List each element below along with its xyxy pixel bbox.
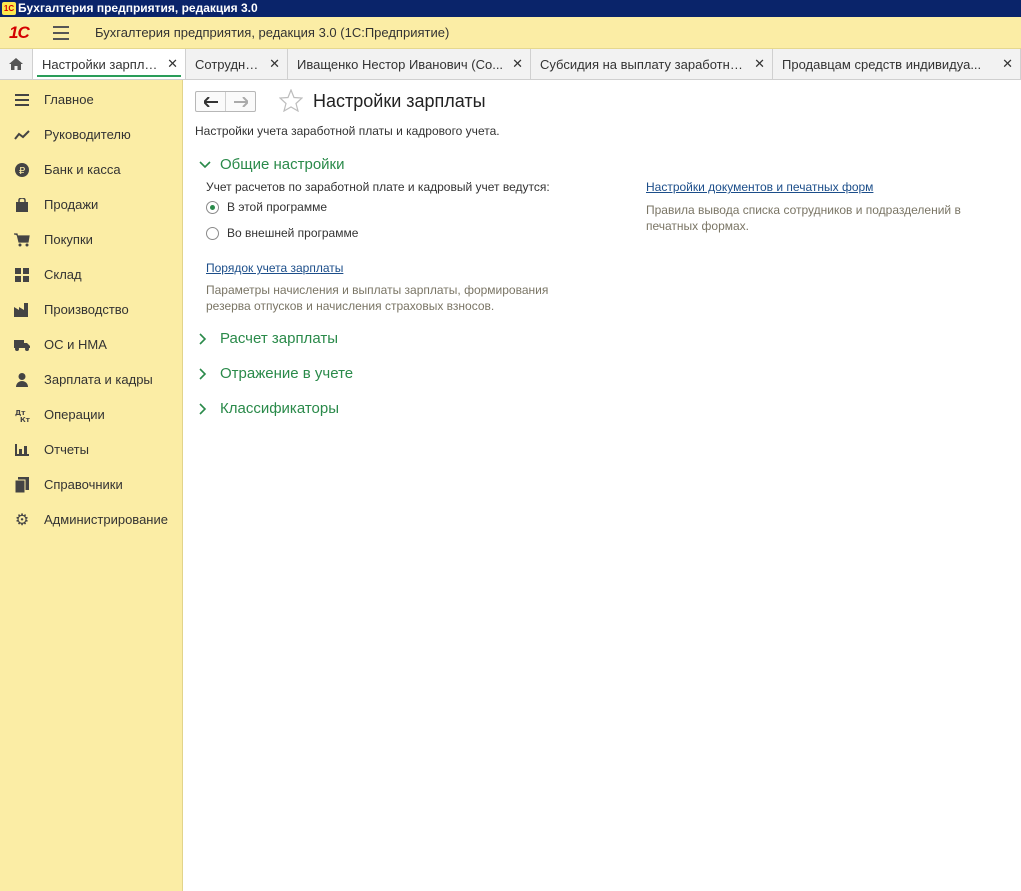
sidebar-item-reports[interactable]: Отчеты <box>0 432 182 467</box>
chevron-right-icon <box>199 402 211 415</box>
app-title: Бухгалтерия предприятия, редакция 3.0 (1… <box>95 25 450 40</box>
tab-label: Иващенко Нестор Иванович (Со... <box>297 56 504 72</box>
app-logo-icon: 1С <box>2 2 16 15</box>
close-icon[interactable]: ✕ <box>167 56 178 72</box>
navigation-buttons <box>195 91 256 112</box>
chevron-right-icon <box>199 332 211 345</box>
window-title: Бухгалтерия предприятия, редакция 3.0 <box>18 1 258 15</box>
sidebar-item-label: Главное <box>44 92 94 107</box>
sidebar-item-label: Зарплата и кадры <box>44 372 153 387</box>
arrow-right-icon <box>233 96 248 107</box>
sidebar-item-administration[interactable]: ⚙ Администрирование <box>0 502 182 537</box>
arrow-left-icon <box>203 96 218 107</box>
back-button[interactable] <box>196 92 225 111</box>
radio-label: В этой программе <box>227 200 328 214</box>
dt-kt-icon: Дт Кт <box>14 407 30 423</box>
close-icon[interactable]: ✕ <box>754 56 765 72</box>
tab-bar: Настройки зарплаты ✕ Сотрудники ✕ Иващен… <box>0 49 1021 80</box>
sidebar-item-fixed-assets[interactable]: ОС и НМА <box>0 327 182 362</box>
sidebar-item-directories[interactable]: Справочники <box>0 467 182 502</box>
radio-external-program[interactable]: Во внешней программе <box>206 226 358 240</box>
bar-chart-icon <box>14 442 30 458</box>
sidebar-item-label: Банк и касса <box>44 162 121 177</box>
bag-icon <box>14 197 30 213</box>
section-classifiers[interactable]: Классификаторы <box>199 400 339 417</box>
sidebar-item-label: Справочники <box>44 477 123 492</box>
gear-icon: ⚙ <box>14 511 30 529</box>
favorite-star-icon[interactable] <box>278 88 304 115</box>
sidebar-item-label: Администрирование <box>44 512 168 527</box>
section-label: Расчет зарплаты <box>220 330 338 347</box>
section-label: Отражение в учете <box>220 365 354 382</box>
sidebar-item-label: Операции <box>44 407 105 422</box>
sidebar-item-label: Продажи <box>44 197 99 212</box>
chevron-down-icon <box>199 160 211 169</box>
home-icon <box>9 58 23 70</box>
sidebar-item-label: Отчеты <box>44 442 89 457</box>
cart-icon <box>14 232 30 248</box>
tab-label: Настройки зарплаты <box>42 56 160 72</box>
sidebar-item-sales[interactable]: Продажи <box>0 187 182 222</box>
sidebar-item-production[interactable]: Производство <box>0 292 182 327</box>
section-label: Общие настройки <box>220 156 345 173</box>
person-icon <box>14 372 30 388</box>
tab-label: Сотрудники <box>195 56 262 72</box>
svg-text:Кт: Кт <box>20 416 30 422</box>
sidebar-item-operations[interactable]: Дт Кт Операции <box>0 397 182 432</box>
radio-label: Во внешней программе <box>227 226 359 240</box>
window-titlebar: 1С Бухгалтерия предприятия, редакция 3.0 <box>0 0 1021 17</box>
sidebar-item-main[interactable]: Главное <box>0 82 182 117</box>
chevron-right-icon <box>199 367 211 380</box>
salary-accounting-order-hint: Параметры начисления и выплаты зарплаты,… <box>206 283 549 313</box>
home-tab[interactable] <box>0 49 33 79</box>
main-content: Настройки зарплаты Настройки учета зараб… <box>184 80 1021 891</box>
page-description: Настройки учета заработной платы и кадро… <box>195 124 500 138</box>
section-general-settings[interactable]: Общие настройки <box>199 156 345 173</box>
section-accounting-reflection[interactable]: Отражение в учете <box>199 365 353 382</box>
sidebar-item-label: Производство <box>44 302 129 317</box>
document-print-settings-link[interactable]: Настройки документов и печатных форм <box>646 180 873 194</box>
menu-lines-icon <box>14 92 30 108</box>
page-title: Настройки зарплаты <box>313 91 486 111</box>
tab-employees[interactable]: Сотрудники ✕ <box>186 49 288 79</box>
section-label: Классификаторы <box>220 400 340 417</box>
close-icon[interactable]: ✕ <box>269 56 280 72</box>
truck-icon <box>14 337 30 353</box>
grid-icon <box>14 267 30 283</box>
tab-employee-card[interactable]: Иващенко Нестор Иванович (Со... ✕ <box>288 49 531 79</box>
tab-sellers[interactable]: Продавцам средств индивидуа... ✕ <box>773 49 1021 79</box>
section-salary-calculation[interactable]: Расчет зарплаты <box>199 330 338 347</box>
tab-salary-settings[interactable]: Настройки зарплаты ✕ <box>33 49 186 79</box>
sidebar-item-bank[interactable]: ₽ Банк и касса <box>0 152 182 187</box>
radio-button[interactable] <box>206 226 219 240</box>
close-icon[interactable]: ✕ <box>512 56 523 72</box>
1c-logo-icon[interactable]: 1С <box>9 23 43 43</box>
books-icon <box>14 476 30 493</box>
sidebar-item-label: Склад <box>44 267 82 282</box>
sidebar-item-purchases[interactable]: Покупки <box>0 222 182 257</box>
sidebar-item-manager[interactable]: Руководителю <box>0 117 182 152</box>
close-icon[interactable]: ✕ <box>1002 56 1013 72</box>
sidebar-item-label: Покупки <box>44 232 93 247</box>
radio-this-program[interactable]: В этой программе <box>206 200 327 214</box>
radio-button-selected[interactable] <box>206 200 219 214</box>
app-header: 1С Бухгалтерия предприятия, редакция 3.0… <box>0 17 1021 49</box>
tab-label: Продавцам средств индивидуа... <box>782 56 982 72</box>
sidebar-item-salary-hr[interactable]: Зарплата и кадры <box>0 362 182 397</box>
document-print-settings-hint: Правила вывода списка сотрудников и подр… <box>646 203 961 233</box>
tab-subsidy[interactable]: Субсидия на выплату заработно... ✕ <box>531 49 773 79</box>
sidebar-item-label: Руководителю <box>44 127 131 142</box>
factory-icon <box>14 302 30 318</box>
trend-icon <box>14 127 30 143</box>
ruble-icon: ₽ <box>14 162 30 178</box>
salary-accounting-order-link[interactable]: Порядок учета зарплаты <box>206 261 343 275</box>
svg-text:₽: ₽ <box>19 166 26 177</box>
sidebar-item-label: ОС и НМА <box>44 337 107 352</box>
tab-label: Субсидия на выплату заработно... <box>540 56 747 72</box>
sidebar-item-warehouse[interactable]: Склад <box>0 257 182 292</box>
sidebar: Главное Руководителю ₽ Банк и касса Прод… <box>0 80 183 891</box>
accounting-question: Учет расчетов по заработной плате и кадр… <box>206 180 550 194</box>
forward-button[interactable] <box>225 92 255 111</box>
main-menu-button[interactable] <box>53 25 69 40</box>
